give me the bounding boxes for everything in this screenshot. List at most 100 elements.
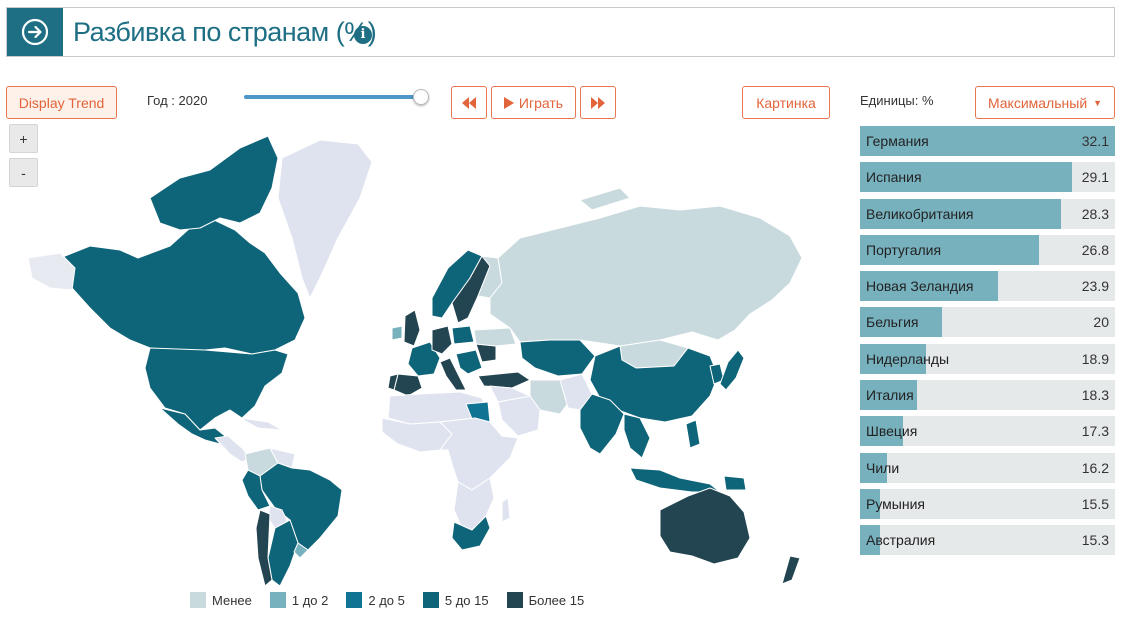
map-southeast-asia xyxy=(623,413,651,459)
legend-swatch xyxy=(190,592,206,608)
map-arctic-islands xyxy=(149,135,279,231)
map-chile xyxy=(255,509,273,587)
bar-value: 15.3 xyxy=(1081,532,1109,549)
page-title: Разбивка по странам (%) xyxy=(73,17,377,47)
bar-value: 17.3 xyxy=(1081,423,1109,440)
map-png xyxy=(723,475,747,491)
map-greenland xyxy=(277,139,373,299)
map-madagascar xyxy=(501,497,511,523)
play-label: Играть xyxy=(518,94,564,111)
map-spain xyxy=(393,373,423,397)
legend-item: 1 до 2 xyxy=(269,592,329,608)
legend-label: 5 до 15 xyxy=(444,592,489,608)
map-japan xyxy=(719,349,745,391)
map-russia-north-island xyxy=(579,187,631,211)
bar-row[interactable]: Бельгия 20 xyxy=(860,307,1115,338)
caret-down-icon: ▼ xyxy=(1093,97,1103,108)
map-canada xyxy=(59,217,306,355)
display-trend-button[interactable]: Display Trend xyxy=(6,86,117,119)
legend-swatch xyxy=(346,592,363,608)
bar-row[interactable]: Австралия 15.3 xyxy=(860,525,1115,556)
map-kazakhstan xyxy=(519,339,596,377)
map-philippines xyxy=(685,419,701,449)
bar-row[interactable]: Германия 32.1 xyxy=(860,126,1115,156)
sort-dropdown-label: Максимальный xyxy=(987,94,1088,111)
map-argentina xyxy=(267,519,299,587)
legend-item: 2 до 5 xyxy=(346,592,405,608)
info-icon[interactable]: i xyxy=(354,26,372,44)
year-label: Год : 2020 xyxy=(147,93,208,108)
bar-country-label: Италия xyxy=(866,387,914,404)
header-bar: Разбивка по странам (%) i xyxy=(6,7,1115,57)
world-map[interactable] xyxy=(20,118,820,588)
bar-row[interactable]: Чили 16.2 xyxy=(860,452,1115,483)
fast-forward-icon xyxy=(591,96,605,109)
map-central-africa xyxy=(439,417,519,491)
legend-label: Более 15 xyxy=(528,592,585,608)
picture-button[interactable]: Картинка xyxy=(742,86,830,119)
bar-value: 28.3 xyxy=(1081,205,1109,222)
year-slider-handle[interactable] xyxy=(413,89,429,105)
rewind-button[interactable] xyxy=(451,86,487,119)
bar-value: 32.1 xyxy=(1081,133,1109,149)
bar-row[interactable]: Великобритания 28.3 xyxy=(860,198,1115,229)
bar-country-label: Австралия xyxy=(866,532,936,549)
year-slider[interactable] xyxy=(244,95,422,99)
map-ireland xyxy=(391,325,403,341)
map-central-america xyxy=(214,435,251,463)
sort-dropdown[interactable]: Максимальный ▼ xyxy=(975,86,1115,119)
bar-country-label: Румыния xyxy=(866,495,926,512)
legend-label: 2 до 5 xyxy=(368,592,405,608)
rewind-icon xyxy=(462,96,476,109)
navigate-arrow-icon[interactable] xyxy=(7,8,63,56)
map-ukraine xyxy=(473,327,517,347)
map-poland xyxy=(451,325,475,345)
bar-country-label: Португалия xyxy=(866,241,942,258)
bar-row[interactable]: Швеция 17.3 xyxy=(860,416,1115,447)
bar-row[interactable]: Португалия 26.8 xyxy=(860,234,1115,265)
bar-country-label: Швеция xyxy=(866,423,918,440)
map-turkey xyxy=(477,371,531,389)
legend-label: 1 до 2 xyxy=(291,592,329,608)
map-usa xyxy=(144,347,289,431)
bar-row[interactable]: Испания 29.1 xyxy=(860,162,1115,193)
country-bar-list: Германия 32.1 Испания 29.1 Великобритания 28.… xyxy=(860,126,1115,562)
legend-swatch xyxy=(506,592,523,608)
map-uk xyxy=(403,309,421,347)
bar-value: 23.9 xyxy=(1081,278,1109,295)
map-new-zealand xyxy=(781,555,801,585)
units-label: Единицы: % xyxy=(860,93,934,108)
legend-swatch xyxy=(269,592,286,608)
bar-value: 16.2 xyxy=(1081,459,1109,476)
bar-value: 15.5 xyxy=(1081,495,1109,512)
map-balkans xyxy=(455,349,483,375)
bar-value: 26.8 xyxy=(1081,241,1109,258)
map-indonesia xyxy=(629,467,721,493)
bar-country-label: Нидерланды xyxy=(866,350,950,367)
map-russia xyxy=(489,205,803,347)
map-germany xyxy=(431,325,453,355)
bar-row[interactable]: Нидерланды 18.9 xyxy=(860,343,1115,374)
play-icon xyxy=(503,96,514,109)
bar-country-label: Испания xyxy=(866,169,922,186)
map-saudi xyxy=(497,395,541,437)
bar-row[interactable]: Новая Зеландия 23.9 xyxy=(860,271,1115,302)
bar-row[interactable]: Италия 18.3 xyxy=(860,380,1115,411)
bar-value: 18.9 xyxy=(1081,350,1109,367)
legend-item: Более 15 xyxy=(506,592,585,608)
bar-country-label: Чили xyxy=(866,459,900,476)
bar-value: 20 xyxy=(1093,314,1109,331)
bar-value: 29.1 xyxy=(1081,169,1109,186)
fast-forward-button[interactable] xyxy=(580,86,616,119)
legend-item: Менее xyxy=(190,592,252,608)
bar-country-label: Великобритания xyxy=(866,205,974,222)
bar-country-label: Новая Зеландия xyxy=(866,278,974,295)
legend-item: 5 до 15 xyxy=(422,592,489,608)
map-legend: Менее 1 до 2 2 до 5 5 до 15 Более 15 xyxy=(190,592,602,608)
bar-country-label: Германия xyxy=(866,133,929,149)
map-caribbean xyxy=(239,417,283,431)
bar-value: 18.3 xyxy=(1081,387,1109,404)
play-button[interactable]: Играть xyxy=(491,86,576,119)
bar-row[interactable]: Румыния 15.5 xyxy=(860,488,1115,519)
map-australia xyxy=(659,487,751,565)
